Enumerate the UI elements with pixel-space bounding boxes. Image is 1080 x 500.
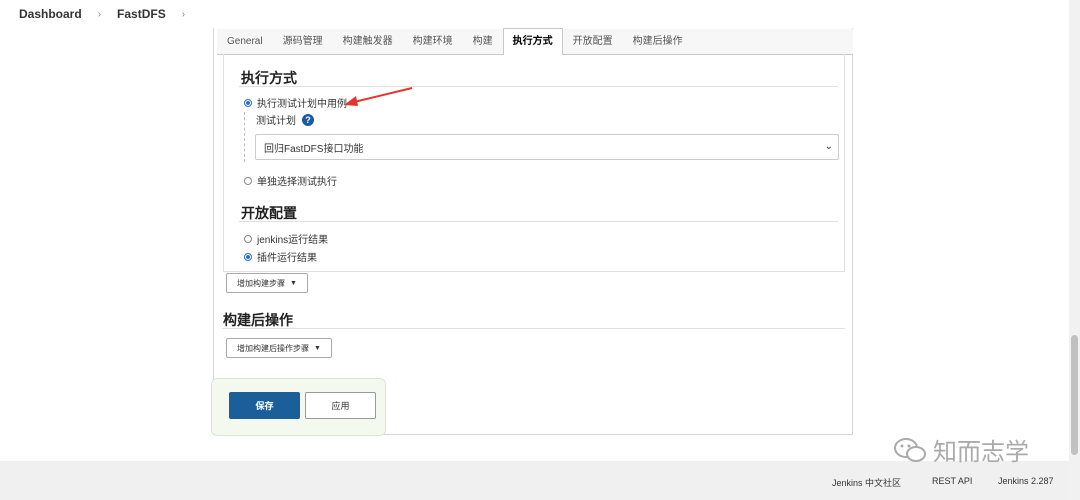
radio-jenkins-result[interactable]: jenkins运行结果 <box>244 231 328 246</box>
tab-scm[interactable]: 源码管理 <box>273 29 333 54</box>
footer-community-link[interactable]: Jenkins 中文社区 <box>832 476 901 489</box>
open-config-title: 开放配置 <box>241 205 297 221</box>
apply-button[interactable]: 应用 <box>305 392 376 419</box>
radio-unchecked-icon[interactable] <box>244 176 252 185</box>
scrollbar[interactable] <box>1069 0 1080 500</box>
tab-build[interactable]: 构建 <box>463 29 503 54</box>
radio-plugin-result[interactable]: 插件运行结果 <box>244 249 317 264</box>
tab-build-env[interactable]: 构建环境 <box>403 29 463 54</box>
add-build-step-button[interactable]: 增加构建步骤 ▼ <box>226 273 308 293</box>
scrollbar-thumb[interactable] <box>1071 335 1078 455</box>
add-post-build-step-label: 增加构建后操作步骤 <box>237 343 309 353</box>
divider <box>239 86 838 87</box>
nested-indicator <box>244 112 245 162</box>
radio-single-select-label: 单独选择测试执行 <box>257 177 337 188</box>
tab-exec-mode[interactable]: 执行方式 <box>502 28 563 55</box>
add-post-build-step-button[interactable]: 增加构建后操作步骤 ▼ <box>226 338 332 358</box>
watermark: 知而志学 <box>893 432 1029 467</box>
breadcrumb-dashboard[interactable]: Dashboard <box>19 7 82 21</box>
annotation-arrow-icon <box>344 87 413 106</box>
footer-version: Jenkins 2.287 <box>998 476 1054 486</box>
radio-checked-icon[interactable] <box>244 252 252 261</box>
footer-rest-api-link[interactable]: REST API <box>932 476 972 486</box>
test-plan-field: 测试计划 ? <box>256 112 314 127</box>
radio-jenkins-result-label: jenkins运行结果 <box>257 235 329 246</box>
radio-single-select[interactable]: 单独选择测试执行 <box>244 173 337 188</box>
breadcrumb-separator-icon: › <box>97 8 102 20</box>
tab-general[interactable]: General <box>217 29 273 54</box>
help-icon[interactable]: ? <box>302 113 314 126</box>
radio-exec-plan[interactable]: 执行测试计划中用例 <box>244 95 347 110</box>
wechat-icon <box>894 437 926 462</box>
test-plan-select[interactable]: 回归FastDFS接口功能 ⌄ <box>255 134 839 160</box>
radio-plugin-result-label: 插件运行结果 <box>257 253 317 264</box>
radio-exec-plan-label: 执行测试计划中用例 <box>257 99 347 110</box>
test-plan-label: 测试计划 <box>256 116 296 127</box>
breadcrumb-separator-icon: › <box>181 8 186 20</box>
caret-down-icon: ▼ <box>290 279 297 287</box>
tab-triggers[interactable]: 构建触发器 <box>333 29 403 54</box>
breadcrumb: Dashboard › FastDFS › <box>0 0 1080 28</box>
tab-open-config[interactable]: 开放配置 <box>563 29 623 54</box>
save-button[interactable]: 保存 <box>229 392 300 419</box>
tab-post-build[interactable]: 构建后操作 <box>623 29 693 54</box>
test-plan-select-value: 回归FastDFS接口功能 <box>264 143 364 155</box>
radio-checked-icon[interactable] <box>244 98 252 107</box>
caret-down-icon: ▼ <box>314 344 321 352</box>
breadcrumb-fastdfs[interactable]: FastDFS <box>117 7 166 21</box>
exec-section-title: 执行方式 <box>241 70 297 86</box>
divider <box>222 328 845 329</box>
post-build-title: 构建后操作 <box>223 312 293 328</box>
chevron-down-icon: ⌄ <box>824 141 833 152</box>
radio-unchecked-icon[interactable] <box>244 234 252 243</box>
watermark-text: 知而志学 <box>933 439 1029 466</box>
config-tabs: General 源码管理 构建触发器 构建环境 构建 执行方式 开放配置 构建后… <box>217 28 853 55</box>
divider <box>239 221 838 222</box>
add-build-step-label: 增加构建步骤 <box>237 278 285 288</box>
